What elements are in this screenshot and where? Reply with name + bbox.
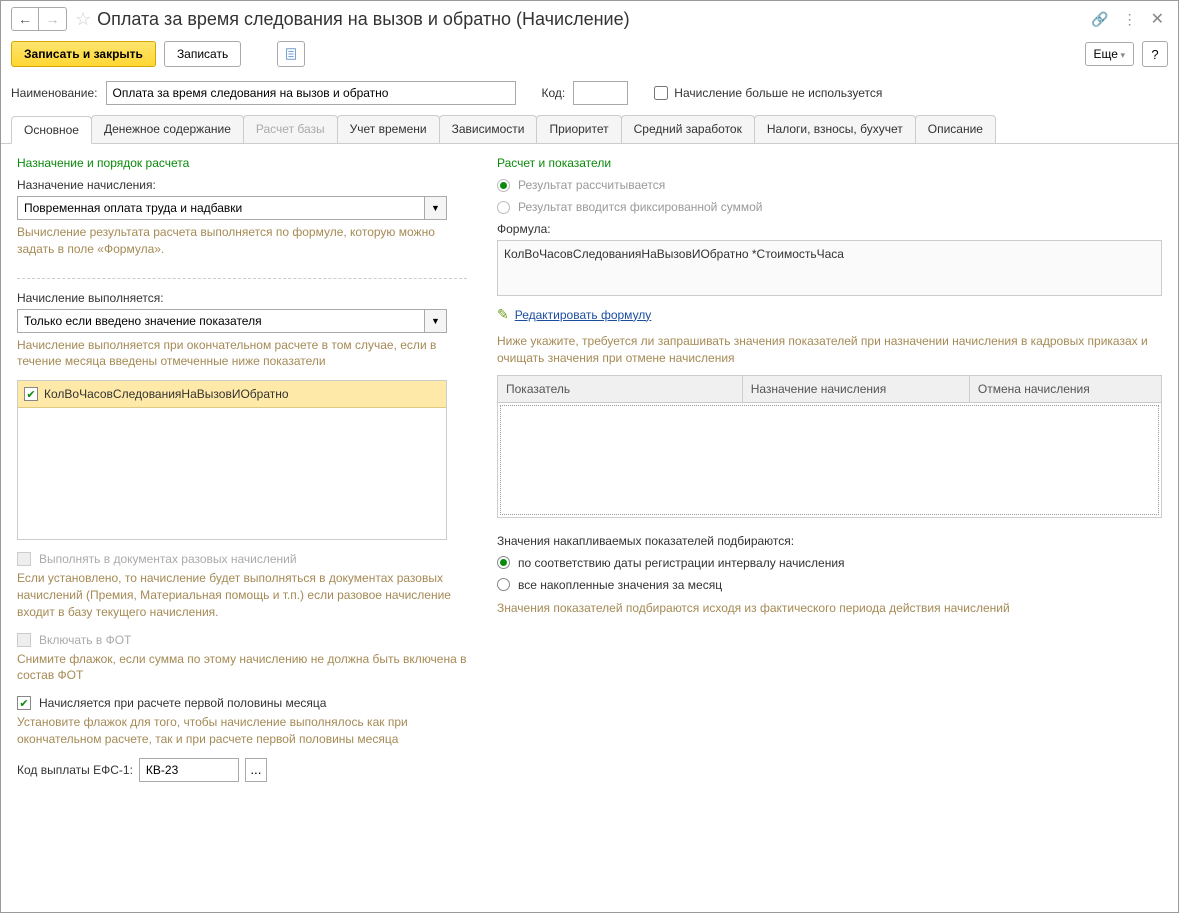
tabs: Основное Денежное содержание Расчет базы… xyxy=(1,115,1178,144)
result-calc-label: Результат рассчитывается xyxy=(518,178,665,192)
accum-label: Значения накапливаемых показателей подби… xyxy=(497,534,1162,548)
performed-dropdown-button[interactable]: ▼ xyxy=(425,309,447,333)
indicators-hint: Ниже укажите, требуется ли запрашивать з… xyxy=(497,333,1162,367)
indicators-table: Показатель Назначение начисления Отмена … xyxy=(497,375,1162,518)
divider xyxy=(17,278,467,279)
indicator-item[interactable]: КолВоЧасовСледованияНаВызовИОбратно xyxy=(18,381,446,408)
name-input[interactable] xyxy=(106,81,516,105)
tab-taxes[interactable]: Налоги, взносы, бухучет xyxy=(754,115,916,143)
purpose-select[interactable] xyxy=(17,196,425,220)
firsthalf-label: Начисляется при расчете первой половины … xyxy=(39,696,326,710)
efs-label: Код выплаты ЕФС-1: xyxy=(17,763,133,777)
efs-input[interactable] xyxy=(139,758,239,782)
code-input[interactable] xyxy=(573,81,628,105)
oneoff-checkbox xyxy=(17,552,31,566)
save-and-close-button[interactable]: Записать и закрыть xyxy=(11,41,156,67)
indicator-label: КолВоЧасовСледованияНаВызовИОбратно xyxy=(44,387,289,401)
tab-time-account[interactable]: Учет времени xyxy=(337,115,440,143)
star-icon[interactable]: ☆ xyxy=(75,9,91,30)
document-icon xyxy=(284,47,298,61)
fot-checkbox xyxy=(17,633,31,647)
formula-label: Формула: xyxy=(497,222,1162,236)
efs-lookup-button[interactable]: ... xyxy=(245,758,267,782)
fot-hint: Снимите флажок, если сумма по этому начи… xyxy=(17,651,467,685)
kebab-menu-icon[interactable]: ⋮ xyxy=(1123,11,1137,28)
indicator-checkbox[interactable] xyxy=(24,387,38,401)
tab-description[interactable]: Описание xyxy=(915,115,996,143)
help-button[interactable]: ? xyxy=(1142,41,1168,67)
table-body[interactable] xyxy=(500,405,1159,515)
tab-dependencies[interactable]: Зависимости xyxy=(439,115,538,143)
th-assign: Назначение начисления xyxy=(743,376,970,402)
th-indicator: Показатель xyxy=(498,376,743,402)
tab-monetary[interactable]: Денежное содержание xyxy=(91,115,244,143)
formula-box: КолВоЧасовСледованияНаВызовИОбратно *Сто… xyxy=(497,240,1162,296)
result-fixed-label: Результат вводится фиксированной суммой xyxy=(518,200,762,214)
performed-select[interactable] xyxy=(17,309,425,333)
accum-hint: Значения показателей подбираются исходя … xyxy=(497,600,1162,617)
accum-by-date-label: по соответствию даты регистрации интерва… xyxy=(518,556,845,570)
tab-priority[interactable]: Приоритет xyxy=(536,115,621,143)
page-title: Оплата за время следования на вызов и об… xyxy=(97,9,1091,30)
save-button[interactable]: Записать xyxy=(164,41,241,67)
tab-base-calc[interactable]: Расчет базы xyxy=(243,115,338,143)
code-label: Код: xyxy=(542,86,566,100)
document-icon-button[interactable] xyxy=(277,41,305,67)
close-icon[interactable]: ✕ xyxy=(1151,9,1164,29)
firsthalf-checkbox[interactable] xyxy=(17,696,31,710)
firsthalf-hint: Установите флажок для того, чтобы начисл… xyxy=(17,714,467,748)
performed-label: Начисление выполняется: xyxy=(17,291,467,305)
link-icon[interactable]: 🔗 xyxy=(1091,11,1108,28)
not-used-checkbox[interactable] xyxy=(654,86,668,100)
th-cancel: Отмена начисления xyxy=(970,376,1161,402)
oneoff-label: Выполнять в документах разовых начислени… xyxy=(39,552,297,566)
more-button[interactable]: Еще xyxy=(1085,42,1134,66)
accum-all-month-radio[interactable] xyxy=(497,578,510,591)
nav-forward-button[interactable]: → xyxy=(39,7,67,31)
purpose-section-title: Назначение и порядок расчета xyxy=(17,156,467,170)
tab-avg-earnings[interactable]: Средний заработок xyxy=(621,115,755,143)
accum-by-date-radio[interactable] xyxy=(497,556,510,569)
performed-hint: Начисление выполняется при окончательном… xyxy=(17,337,467,371)
purpose-dropdown-button[interactable]: ▼ xyxy=(425,196,447,220)
tab-main[interactable]: Основное xyxy=(11,116,92,144)
edit-formula-link[interactable]: Редактировать формулу xyxy=(515,308,652,322)
purpose-hint: Вычисление результата расчета выполняетс… xyxy=(17,224,467,258)
accum-all-month-label: все накопленные значения за месяц xyxy=(518,578,722,592)
purpose-label: Назначение начисления: xyxy=(17,178,467,192)
indicator-list: КолВоЧасовСледованияНаВызовИОбратно xyxy=(17,380,447,540)
fot-label: Включать в ФОТ xyxy=(39,633,131,647)
nav-back-button[interactable]: ← xyxy=(11,7,39,31)
not-used-label: Начисление больше не используется xyxy=(674,86,882,100)
result-calc-radio xyxy=(497,179,510,192)
name-label: Наименование: xyxy=(11,86,98,100)
result-fixed-radio xyxy=(497,201,510,214)
calc-section-title: Расчет и показатели xyxy=(497,156,1162,170)
pencil-icon: ✎ xyxy=(497,306,509,323)
oneoff-hint: Если установлено, то начисление будет вы… xyxy=(17,570,467,620)
